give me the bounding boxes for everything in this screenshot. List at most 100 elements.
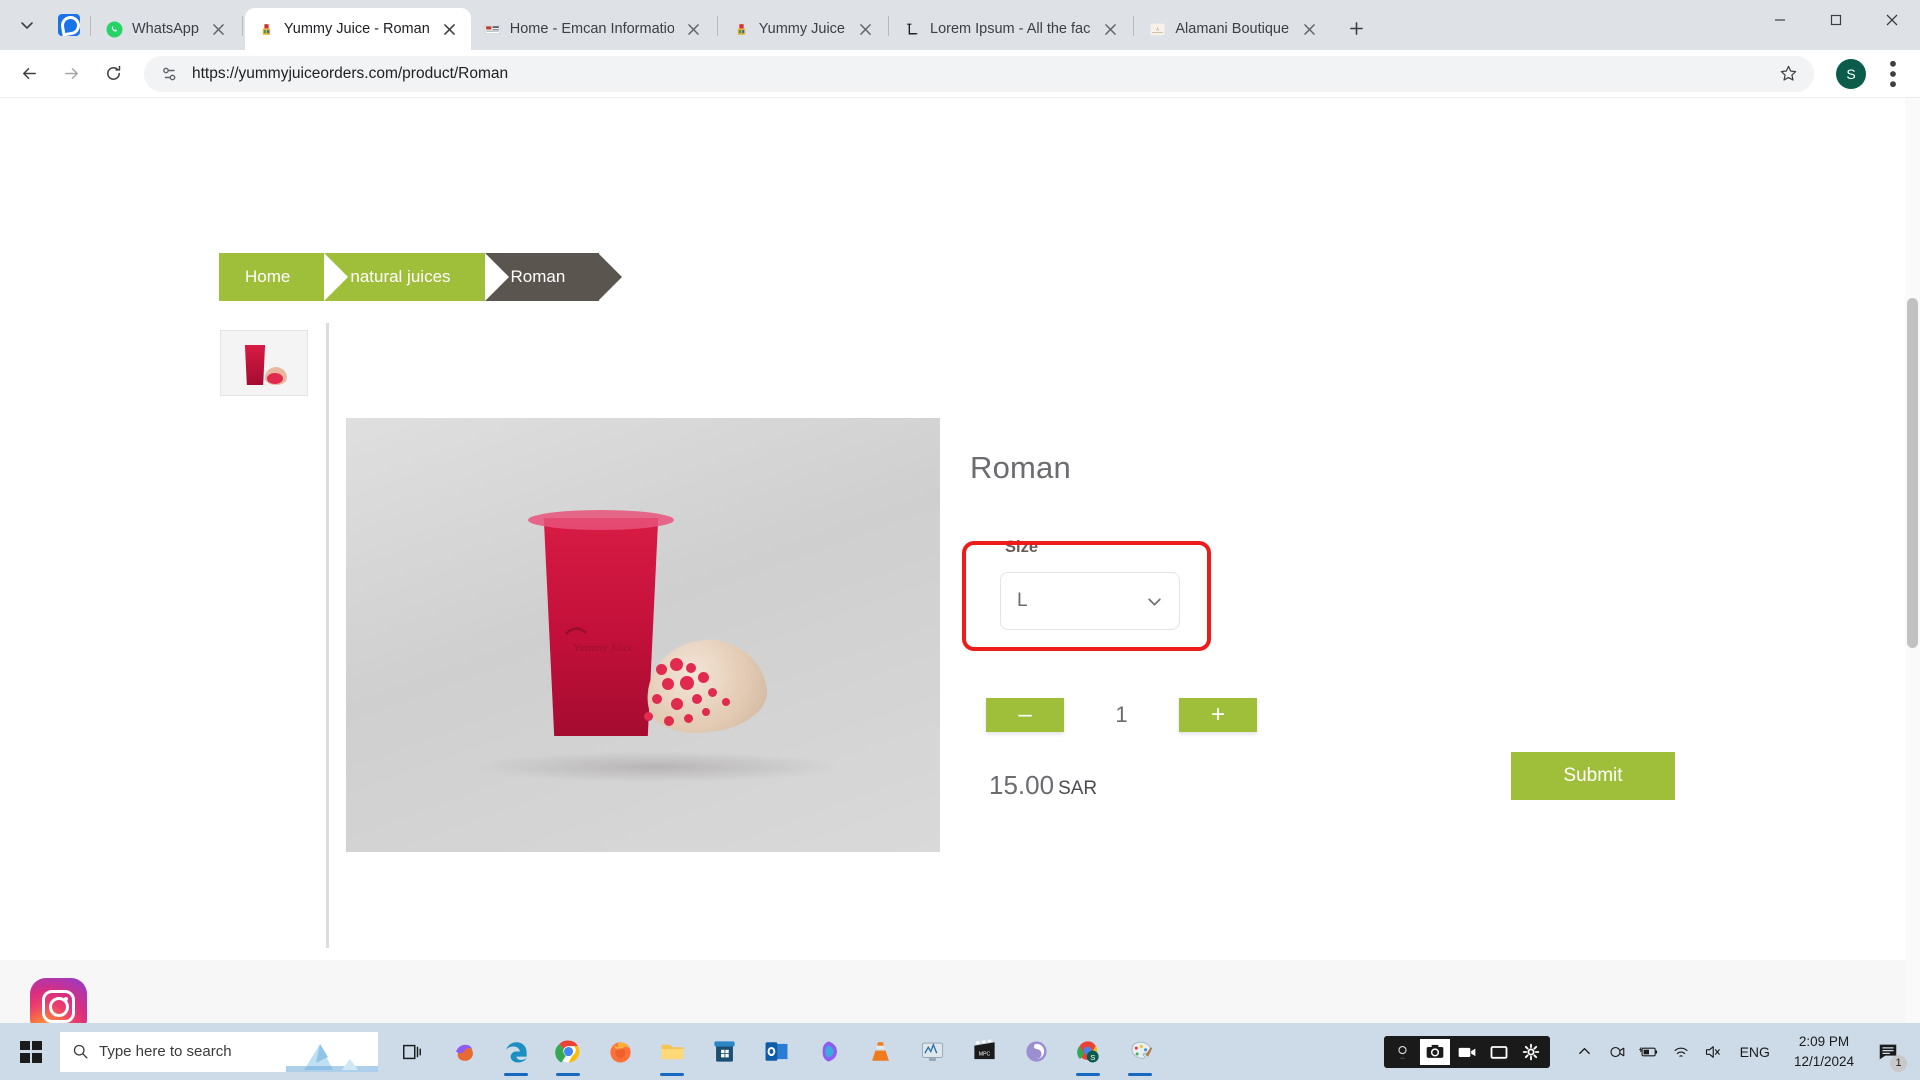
product-thumbnail[interactable]	[220, 330, 308, 396]
tab-title: WhatsApp	[132, 21, 199, 37]
footer-band	[0, 960, 1920, 1023]
breadcrumb-item-roman[interactable]: Roman	[484, 253, 623, 301]
breadcrumb-item-natural-juices[interactable]: natural juices	[324, 253, 508, 301]
workspace-icon[interactable]	[50, 4, 88, 46]
new-tab-button[interactable]	[1339, 11, 1373, 45]
lorem-icon	[907, 23, 918, 34]
breadcrumb: Home natural juices Roman	[219, 253, 623, 301]
submit-button[interactable]: Submit	[1511, 752, 1675, 800]
minimize-icon	[1775, 19, 1785, 21]
tab-divider	[90, 16, 91, 36]
tab-whatsapp[interactable]: WhatsApp	[93, 8, 240, 50]
file-explorer-icon[interactable]	[648, 1027, 696, 1077]
address-bar[interactable]: https://yummyjuiceorders.com/product/Rom…	[144, 55, 1814, 92]
minimize-button[interactable]	[1752, 0, 1808, 40]
tab-divider	[888, 16, 889, 36]
search-icon	[73, 1044, 88, 1059]
forward-button[interactable]	[52, 55, 90, 93]
yummy-juice-icon	[737, 23, 745, 35]
size-select[interactable]: L	[1000, 572, 1180, 630]
tab-title: Yummy Juice - Roman	[283, 21, 430, 37]
task-view-icon[interactable]	[388, 1027, 436, 1077]
tab-close-button[interactable]	[208, 18, 230, 40]
alamani-icon: A	[1150, 23, 1165, 35]
windows-logo-icon	[20, 1040, 42, 1063]
window-controls	[1752, 0, 1920, 50]
svg-text:MPC: MPC	[978, 1052, 990, 1058]
taskbar-search[interactable]: Type here to search	[60, 1031, 378, 1072]
tab-title: Home - Emcan Informatio	[509, 21, 674, 37]
chrome-s-icon[interactable]: S	[1064, 1027, 1112, 1077]
microsoft-store-icon[interactable]	[700, 1027, 748, 1077]
chrome-icon[interactable]	[544, 1027, 592, 1077]
clock[interactable]: 2:09 PM 12/1/2024	[1782, 1032, 1866, 1070]
quantity-decrease-button[interactable]: –	[986, 698, 1064, 732]
reload-button[interactable]	[94, 55, 132, 93]
cup-brand-logo: Yummy Juice	[565, 627, 633, 654]
tab-emcan-information[interactable]: Home - Emcan Informatio	[471, 8, 715, 50]
scrollbar-thumb[interactable]	[1907, 298, 1918, 648]
tab-search-button[interactable]	[4, 4, 50, 46]
svg-text:Yummy Juice: Yummy Juice	[573, 642, 633, 654]
office-icon[interactable]	[804, 1027, 852, 1077]
maximize-button[interactable]	[1808, 0, 1864, 40]
close-icon	[859, 23, 871, 35]
tab-yummy-juice[interactable]: Yummy Juice	[720, 8, 886, 50]
tab-alamani-boutique[interactable]: A Alamani Boutique	[1136, 8, 1330, 50]
system-monitor-icon[interactable]	[908, 1027, 956, 1077]
close-icon	[688, 23, 700, 35]
tab-lorem-ipsum[interactable]: Lorem Ipsum - All the fac	[891, 8, 1131, 50]
site-settings-icon[interactable]	[160, 64, 180, 84]
bookmark-button[interactable]	[1772, 58, 1804, 90]
instagram-button[interactable]	[30, 978, 87, 1023]
battery-icon[interactable]	[1634, 1032, 1664, 1072]
clock-time: 2:09 PM	[1798, 1034, 1850, 1050]
tab-close-button[interactable]	[1298, 18, 1320, 40]
edge-icon[interactable]	[492, 1027, 540, 1077]
browser-menu-button[interactable]	[1876, 57, 1910, 91]
wifi-icon[interactable]	[1666, 1032, 1696, 1072]
tab-close-button[interactable]	[683, 18, 705, 40]
page-scrollbar[interactable]	[1905, 98, 1920, 1023]
language-indicator[interactable]: ENG	[1730, 1044, 1780, 1060]
vlc-icon[interactable]	[856, 1027, 904, 1077]
notification-center-button[interactable]: 1	[1868, 1030, 1908, 1074]
screenshot-icon[interactable]: ...	[1388, 1039, 1418, 1065]
back-button[interactable]	[10, 55, 48, 93]
bittorrent-icon[interactable]	[1012, 1027, 1060, 1077]
breadcrumb-item-home[interactable]: Home	[219, 253, 348, 301]
outlook-icon[interactable]	[752, 1027, 800, 1077]
plus-icon	[1349, 21, 1363, 35]
tab-yummy-juice-roman[interactable]: Yummy Juice - Roman	[244, 8, 471, 50]
taskbar-app-icons: MPC S	[388, 1027, 1164, 1077]
tab-title: Lorem Ipsum - All the fac	[930, 21, 1091, 37]
paint-icon[interactable]	[1116, 1027, 1164, 1077]
video-icon[interactable]	[1452, 1039, 1482, 1065]
camera-icon[interactable]	[1419, 1038, 1450, 1065]
show-hidden-icons-icon[interactable]	[1570, 1032, 1600, 1072]
mpc-be-icon[interactable]: MPC	[960, 1027, 1008, 1077]
star-icon	[1780, 65, 1796, 81]
close-window-button[interactable]	[1864, 0, 1920, 40]
webcam-icon[interactable]	[1602, 1032, 1632, 1072]
start-button[interactable]	[6, 1027, 56, 1077]
search-illustration	[286, 1032, 378, 1072]
pomegranate-seeds	[638, 654, 788, 750]
quantity-increase-button[interactable]: +	[1179, 698, 1257, 732]
tab-close-button[interactable]	[854, 18, 876, 40]
volume-muted-icon[interactable]	[1698, 1032, 1728, 1072]
reload-icon	[106, 65, 120, 80]
notification-badge: 1	[1890, 1054, 1907, 1072]
url-text: https://yummyjuiceorders.com/product/Rom…	[192, 64, 509, 82]
arrow-right-icon	[64, 67, 78, 80]
profile-avatar[interactable]: S	[1836, 58, 1866, 89]
tab-close-button[interactable]	[1099, 18, 1121, 40]
tab-close-button[interactable]	[439, 18, 461, 40]
window-icon[interactable]	[1484, 1039, 1514, 1065]
close-icon	[1886, 14, 1898, 26]
settings-icon[interactable]	[1516, 1039, 1546, 1065]
copilot-icon[interactable]	[440, 1027, 488, 1077]
product-image[interactable]: Yummy Juice	[346, 418, 940, 852]
close-icon	[213, 23, 225, 35]
firefox-icon[interactable]	[596, 1027, 644, 1077]
